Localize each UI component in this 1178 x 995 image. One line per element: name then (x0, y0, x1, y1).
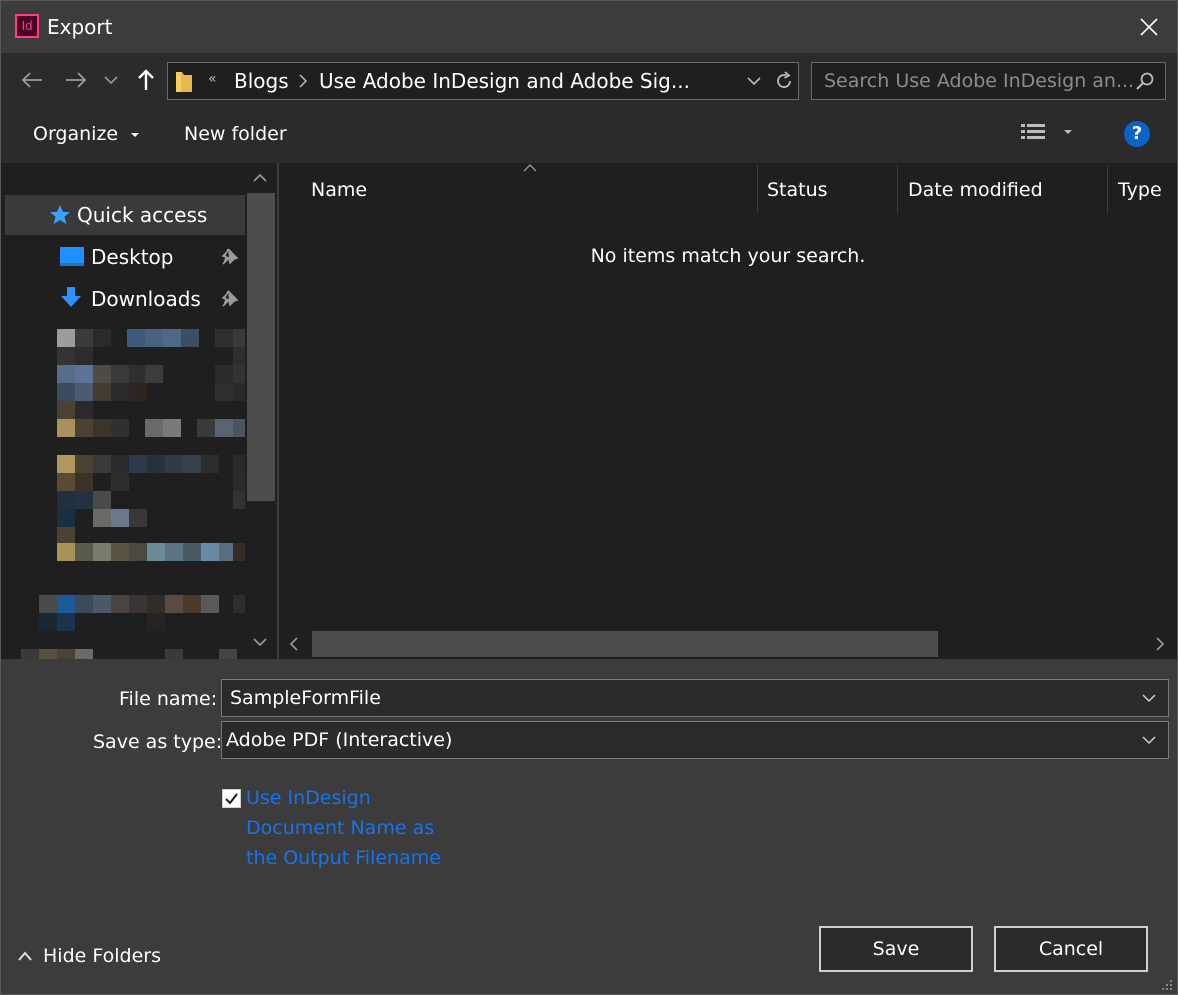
refresh-icon[interactable] (774, 71, 794, 91)
column-header-name[interactable]: Name (311, 179, 367, 201)
scroll-down-icon[interactable] (253, 637, 267, 647)
column-header-type[interactable]: Type (1118, 179, 1162, 201)
scroll-left-icon[interactable] (289, 637, 299, 651)
indesign-app-icon: Id (15, 14, 39, 38)
navigation-bar: « Blogs Use Adobe InDesign and Adobe Sig… (1, 53, 1177, 107)
use-document-name-label[interactable]: Use InDesign Document Name as the Output… (246, 783, 456, 873)
column-divider[interactable] (757, 165, 758, 213)
save-as-type-value: Adobe PDF (Interactive) (226, 729, 453, 751)
search-icon[interactable] (1135, 71, 1155, 91)
file-name-combobox[interactable]: SampleFormFile (221, 679, 1169, 717)
change-view-button[interactable] (1019, 121, 1079, 150)
export-dialog: Id Export « Blogs Use Adobe InDesign and… (0, 0, 1178, 995)
chevron-up-icon (18, 951, 32, 961)
column-divider[interactable] (1107, 165, 1108, 213)
title-bar: Id Export (1, 1, 1177, 53)
close-icon (1140, 18, 1158, 36)
scroll-up-icon[interactable] (253, 173, 267, 183)
scrollbar-thumb[interactable] (312, 631, 938, 657)
sidebar-item-label: Downloads (91, 287, 201, 311)
downloads-icon (61, 287, 81, 307)
address-bar[interactable]: « Blogs Use Adobe InDesign and Adobe Sig… (167, 62, 799, 100)
hide-folders-label: Hide Folders (43, 945, 161, 967)
command-bar: Organize New folder ? (1, 107, 1177, 163)
save-button[interactable]: Save (819, 926, 973, 972)
cancel-button[interactable]: Cancel (994, 926, 1148, 972)
use-document-name-checkbox[interactable] (222, 789, 241, 808)
file-name-label: File name: (119, 688, 218, 710)
file-list-scrollbar[interactable] (279, 629, 1177, 659)
pin-icon[interactable] (221, 247, 239, 265)
caret-down-icon (131, 133, 140, 137)
file-name-value[interactable]: SampleFormFile (230, 687, 381, 709)
dialog-title: Export (47, 15, 113, 39)
breadcrumb-blogs[interactable]: Blogs (234, 69, 289, 93)
desktop-icon (60, 247, 84, 266)
breadcrumb-current-folder[interactable]: Use Adobe InDesign and Adobe Sig... (319, 69, 690, 93)
hide-folders-button[interactable]: Hide Folders (17, 941, 161, 971)
recent-locations-button[interactable] (96, 63, 126, 97)
sidebar-item-label: Quick access (77, 203, 208, 227)
search-placeholder: Search Use Adobe InDesign an... (824, 70, 1135, 92)
scrollbar-thumb[interactable] (247, 193, 275, 501)
checkmark-icon (225, 793, 238, 805)
chevron-down-icon (1142, 736, 1156, 745)
new-folder-button[interactable]: New folder (184, 123, 287, 145)
close-button[interactable] (1121, 1, 1177, 53)
forward-button[interactable] (59, 63, 93, 97)
star-icon (50, 205, 70, 224)
navigation-pane[interactable]: Quick access Desktop Downloads (1, 163, 277, 659)
chevron-down-icon (104, 76, 118, 85)
arrow-up-icon (138, 69, 154, 90)
arrow-left-icon (21, 72, 42, 88)
sidebar-item-desktop[interactable]: Desktop (5, 237, 245, 277)
empty-state-message: No items match your search. (590, 245, 866, 267)
column-header-date-modified[interactable]: Date modified (908, 179, 1043, 201)
back-button[interactable] (15, 63, 49, 97)
save-as-type-label: Save as type: (93, 731, 223, 753)
chevron-right-icon[interactable] (298, 74, 308, 88)
sidebar-item-downloads[interactable]: Downloads (5, 279, 245, 319)
chevron-down-icon[interactable] (1142, 693, 1156, 703)
address-dropdown-icon[interactable] (746, 73, 762, 89)
sidebar-item-quick-access[interactable]: Quick access (5, 195, 245, 235)
organize-label: Organize (33, 123, 119, 145)
sidebar-item-label: Desktop (91, 245, 174, 269)
folder-icon (176, 72, 192, 92)
file-list[interactable]: Name Status Date modified Type No items … (279, 163, 1177, 659)
scroll-right-icon[interactable] (1155, 637, 1165, 651)
search-box[interactable]: Search Use Adobe InDesign an... (811, 62, 1166, 100)
organize-button[interactable]: Organize (33, 123, 140, 145)
breadcrumb-overflow[interactable]: « (208, 71, 217, 87)
column-header-status[interactable]: Status (767, 179, 828, 201)
column-divider[interactable] (897, 165, 898, 213)
details-view-icon (1021, 124, 1072, 139)
navigation-pane-scrollbar[interactable] (245, 163, 277, 659)
up-button[interactable] (129, 63, 163, 97)
help-icon[interactable]: ? (1124, 121, 1150, 147)
resize-grip-icon[interactable] (1161, 979, 1173, 991)
sort-ascending-icon (523, 164, 537, 172)
arrow-right-icon (66, 72, 87, 88)
pin-icon[interactable] (221, 289, 239, 307)
save-as-type-select[interactable]: Adobe PDF (Interactive) (221, 721, 1169, 759)
